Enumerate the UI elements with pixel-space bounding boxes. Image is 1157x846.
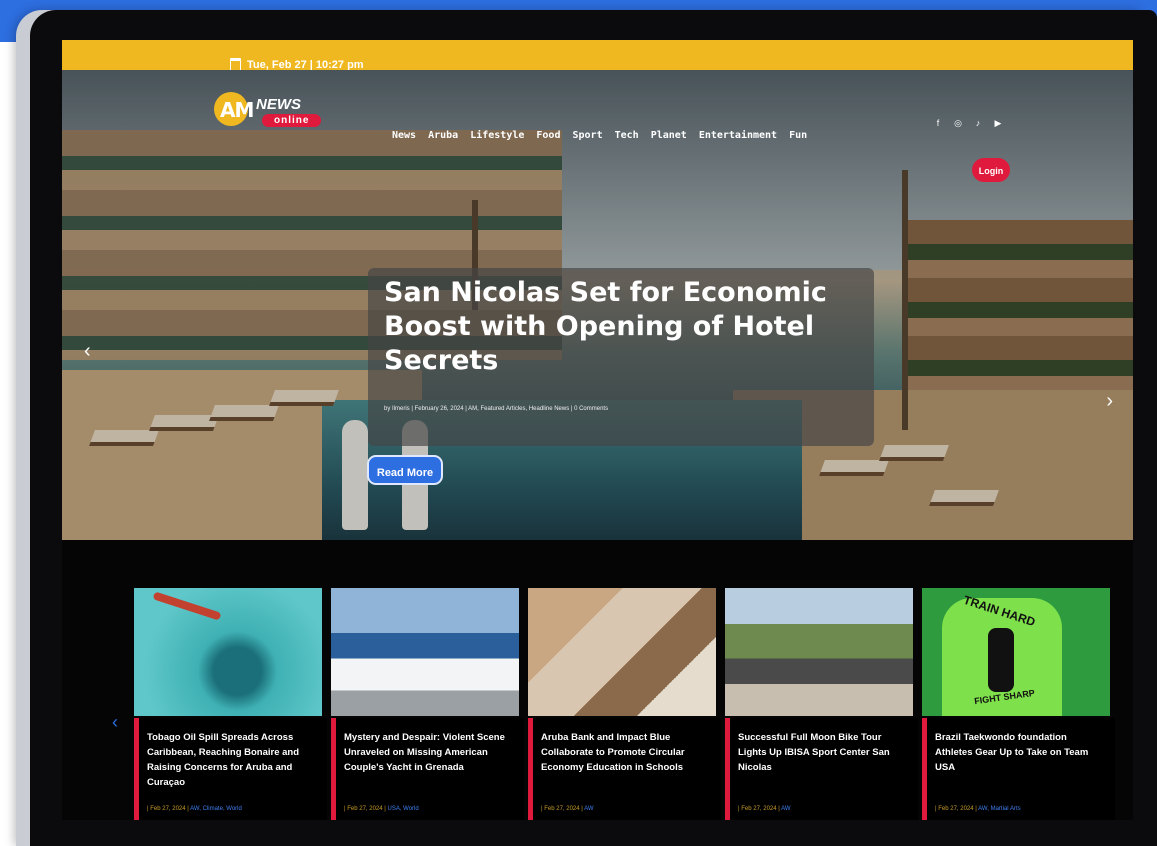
news-card[interactable]: TRAIN HARD FIGHT SHARP Brazil Taekwondo … — [922, 588, 1115, 820]
card-meta: | Feb 27, 2024 | AW, Martial Arts — [935, 806, 1021, 812]
nav-item-food[interactable]: Food — [536, 130, 560, 141]
card-tags[interactable]: AW — [584, 806, 593, 812]
website-screen: Tue, Feb 27 | 10:27 pm ‹ › San Nicolas S… — [62, 40, 1133, 820]
login-button[interactable]: Login — [972, 158, 1010, 182]
card-body: Successful Full Moon Bike Tour Lights Up… — [725, 718, 918, 820]
ship — [152, 591, 222, 621]
card-image-taekwondo[interactable]: TRAIN HARD FIGHT SHARP — [922, 588, 1110, 716]
nav-item-tech[interactable]: Tech — [615, 130, 639, 141]
logo-am: AM — [220, 98, 254, 122]
card-body: Tobago Oil Spill Spreads Across Caribbea… — [134, 718, 327, 820]
news-card[interactable]: Aruba Bank and Impact Blue Collaborate t… — [528, 588, 721, 820]
tiktok-icon[interactable]: ♪ — [973, 118, 983, 129]
news-card[interactable]: Mystery and Despair: Violent Scene Unrav… — [331, 588, 524, 820]
card-date: | Feb 27, 2024 | — [738, 806, 780, 812]
card-meta: | Feb 27, 2024 | AW — [541, 806, 594, 812]
news-carousel: Tobago Oil Spill Spreads Across Caribbea… — [134, 588, 1115, 820]
card-image-bike-tour[interactable] — [725, 588, 913, 716]
nav-item-news[interactable]: News — [392, 130, 416, 141]
headline-box: San Nicolas Set for Economic Boost with … — [368, 268, 874, 446]
card-image-oil-spill[interactable] — [134, 588, 322, 716]
card-image-yacht[interactable] — [331, 588, 519, 716]
card-tags[interactable]: AW, Martial Arts — [978, 806, 1020, 812]
news-card[interactable]: Tobago Oil Spill Spreads Across Caribbea… — [134, 588, 327, 820]
card-title[interactable]: Tobago Oil Spill Spreads Across Caribbea… — [147, 730, 317, 790]
nav-item-planet[interactable]: Planet — [651, 130, 687, 141]
nav-item-fun[interactable]: Fun — [789, 130, 807, 141]
card-body: Brazil Taekwondo foundation Athletes Gea… — [922, 718, 1115, 820]
logo-news: NEWS — [256, 96, 301, 113]
nav-item-sport[interactable]: Sport — [572, 130, 602, 141]
card-title[interactable]: Mystery and Despair: Violent Scene Unrav… — [344, 730, 514, 775]
hero-headline[interactable]: San Nicolas Set for Economic Boost with … — [384, 276, 854, 378]
card-date: | Feb 27, 2024 | — [541, 806, 583, 812]
news-card[interactable]: Successful Full Moon Bike Tour Lights Up… — [725, 588, 918, 820]
card-tags[interactable]: USA, World — [387, 806, 418, 812]
card-title[interactable]: Brazil Taekwondo foundation Athletes Gea… — [935, 730, 1105, 775]
hero-prev-arrow[interactable]: ‹ — [84, 340, 91, 363]
card-title[interactable]: Aruba Bank and Impact Blue Collaborate t… — [541, 730, 711, 775]
main-nav: News Aruba Lifestyle Food Sport Tech Pla… — [392, 130, 807, 141]
read-more-button[interactable]: Read More — [367, 455, 443, 485]
fighter-silhouette — [988, 628, 1014, 692]
nav-item-entertainment[interactable]: Entertainment — [699, 130, 777, 141]
card-meta: | Feb 27, 2024 | AW, Climate, World — [147, 806, 242, 812]
card-date: | Feb 27, 2024 | — [935, 806, 977, 812]
nav-item-lifestyle[interactable]: Lifestyle — [470, 130, 524, 141]
social-links: f ◎ ♪ ▶ — [933, 118, 1003, 129]
facebook-icon[interactable]: f — [933, 118, 943, 129]
card-date: | Feb 27, 2024 | — [147, 806, 189, 812]
card-tags[interactable]: AW, Climate, World — [190, 806, 242, 812]
nav-item-aruba[interactable]: Aruba — [428, 130, 458, 141]
hero-meta: by Ilmeris | February 26, 2024 | AM, Fea… — [384, 406, 609, 412]
card-image-classroom[interactable] — [528, 588, 716, 716]
logo-online: online — [262, 114, 322, 127]
card-title[interactable]: Successful Full Moon Bike Tour Lights Up… — [738, 730, 908, 775]
card-meta: | Feb 27, 2024 | AW — [738, 806, 791, 812]
hero-next-arrow[interactable]: › — [1106, 390, 1113, 413]
instagram-icon[interactable]: ◎ — [953, 118, 963, 129]
card-body: Aruba Bank and Impact Blue Collaborate t… — [528, 718, 721, 820]
youtube-icon[interactable]: ▶ — [993, 118, 1003, 129]
card-date: | Feb 27, 2024 | — [344, 806, 386, 812]
carousel-prev-arrow[interactable]: ‹ — [112, 712, 118, 733]
card-meta: | Feb 27, 2024 | USA, World — [344, 806, 419, 812]
card-tags[interactable]: AW — [781, 806, 790, 812]
card-body: Mystery and Despair: Violent Scene Unrav… — [331, 718, 524, 820]
